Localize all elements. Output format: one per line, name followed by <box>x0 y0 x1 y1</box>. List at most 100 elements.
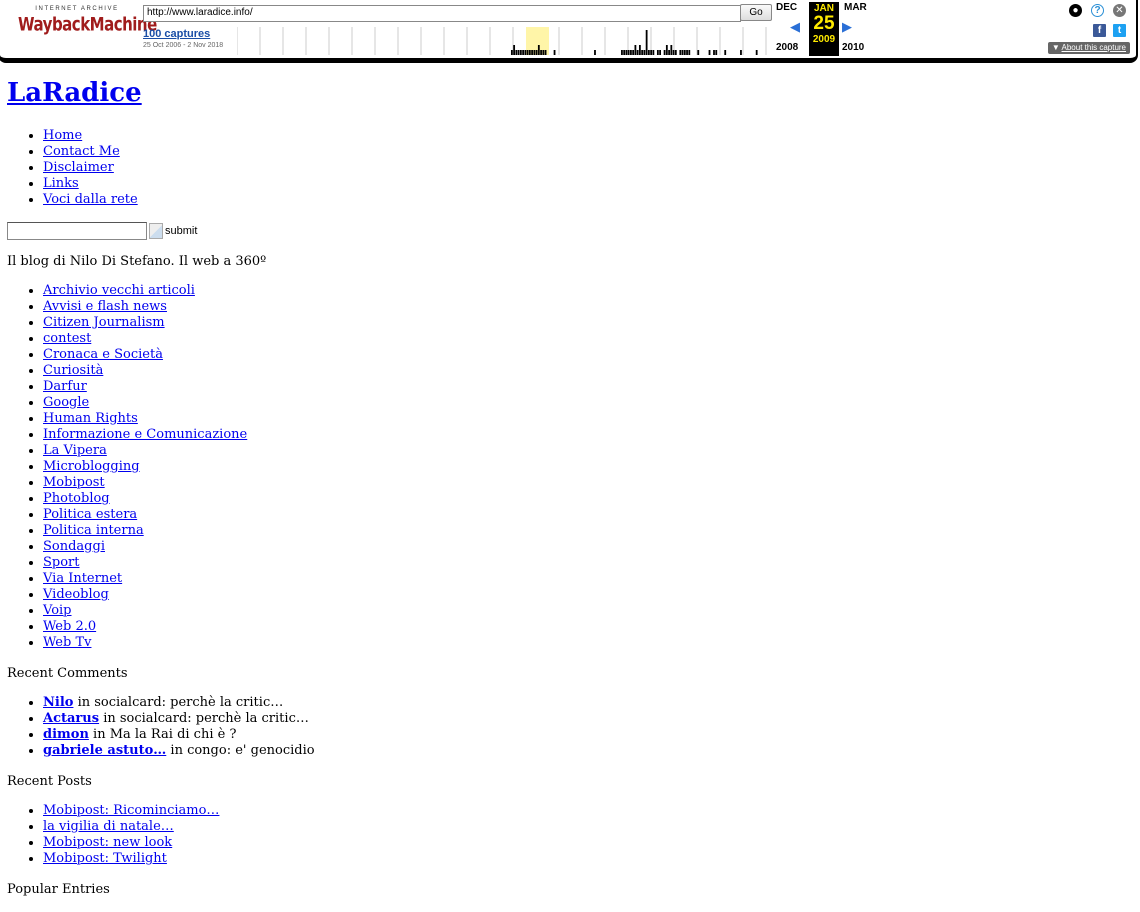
recent-comment-item-link[interactable]: dimon <box>43 727 89 742</box>
category-item-link[interactable]: Photoblog <box>43 491 110 506</box>
category-item-link[interactable]: Web Tv <box>43 635 91 650</box>
category-item: Voip <box>43 603 907 619</box>
about-capture-button[interactable]: ▼ About this capture <box>1047 42 1130 54</box>
next-month-label[interactable]: MAR <box>844 2 867 13</box>
help-icon[interactable]: ? <box>1091 4 1104 17</box>
nav-item-link[interactable]: Disclaimer <box>43 160 114 175</box>
sparkline-bar <box>636 50 639 55</box>
nav-item: Contact Me <box>43 144 907 160</box>
recent-comment-item-link[interactable]: Nilo <box>43 695 73 710</box>
category-item-link[interactable]: Videoblog <box>43 587 109 602</box>
category-item-link[interactable]: Darfur <box>43 379 87 394</box>
captures-link[interactable]: 100 captures <box>143 28 210 40</box>
category-item: Google <box>43 395 907 411</box>
nav-item-link[interactable]: Voci dalla rete <box>43 192 138 207</box>
category-item-link[interactable]: Sondaggi <box>43 539 105 554</box>
internet-archive-label: INTERNET ARCHIVE <box>35 6 119 12</box>
sparkline-bar <box>553 50 556 55</box>
popular-entries-heading: Popular Entries <box>7 882 110 897</box>
recent-post-item: Mobipost: Twilight <box>43 851 907 867</box>
sparkline-bar <box>674 50 677 55</box>
sparkline-bar <box>659 50 661 55</box>
category-item-link[interactable]: Avvisi e flash news <box>43 299 167 314</box>
toolbar-actions: ● ? ✕ f t ▼ About this capture <box>1020 4 1130 54</box>
sparkline-bar <box>522 50 525 55</box>
sparkline-bar <box>643 50 646 55</box>
recent-post-item-link[interactable]: Mobipost: new look <box>43 835 172 850</box>
category-item-link[interactable]: Curiosità <box>43 363 103 378</box>
sparkline-bar <box>688 50 691 55</box>
category-item-link[interactable]: Citizen Journalism <box>43 315 165 330</box>
category-item-link[interactable]: Via Internet <box>43 571 122 586</box>
recent-comments-heading: Recent Comments <box>7 666 128 681</box>
comment-context: in socialcard: perchè la critic… <box>73 695 284 710</box>
search-input[interactable] <box>7 222 147 240</box>
sparkline-bar <box>681 50 684 55</box>
category-item: Photoblog <box>43 491 907 507</box>
sparkline-bar <box>528 50 531 55</box>
category-item: Politica estera <box>43 507 907 523</box>
category-item-link[interactable]: contest <box>43 331 91 346</box>
category-item-link[interactable]: Cronaca e Società <box>43 347 163 362</box>
wayback-url-input[interactable]: http://www.laradice.info/ <box>143 5 741 22</box>
recent-post-item-link[interactable]: Mobipost: Twilight <box>43 851 167 866</box>
category-item-link[interactable]: Sport <box>43 555 80 570</box>
wayback-logo[interactable]: INTERNET ARCHIVE WaybackMachine <box>18 6 157 35</box>
site-title-link[interactable]: LaRadice <box>7 78 142 108</box>
category-item-link[interactable]: Archivio vecchi articoli <box>43 283 195 298</box>
category-item-link[interactable]: Politica estera <box>43 507 137 522</box>
category-item: Archivio vecchi articoli <box>43 283 907 299</box>
category-item-link[interactable]: Web 2.0 <box>43 619 96 634</box>
prev-year-label[interactable]: 2008 <box>776 42 798 53</box>
twitter-icon[interactable]: t <box>1113 24 1126 37</box>
sparkline-bar <box>535 50 538 55</box>
next-capture-arrow-icon[interactable]: ▶ <box>842 19 852 35</box>
recent-post-item-link[interactable]: la vigilia di natale… <box>43 819 174 834</box>
sparkline-bar <box>540 50 542 55</box>
recent-comment-item-link[interactable]: gabriele astuto… <box>43 743 166 758</box>
category-item-link[interactable]: La Vipera <box>43 443 107 458</box>
sparkline-bar <box>652 50 655 55</box>
nav-item-link[interactable]: Contact Me <box>43 144 120 159</box>
recent-post-item-link[interactable]: Mobipost: Ricominciamo… <box>43 803 219 818</box>
category-item-link[interactable]: Microblogging <box>43 459 140 474</box>
nav-item: Links <box>43 176 907 192</box>
search-submit-button[interactable]: submit <box>149 223 197 239</box>
comment-context: in congo: e' genocidio <box>166 743 315 758</box>
next-year-label[interactable]: 2010 <box>842 42 864 53</box>
sparkline-bar <box>672 50 675 55</box>
user-icon[interactable]: ● <box>1069 4 1082 17</box>
category-item: Videoblog <box>43 587 907 603</box>
recent-comment-item-link[interactable]: Actarus <box>43 711 99 726</box>
capture-sparkline[interactable] <box>237 27 767 55</box>
sparkline-bar <box>724 50 727 55</box>
search-form: submit <box>7 221 907 241</box>
category-item-link[interactable]: Voip <box>43 603 72 618</box>
sparkline-bar <box>531 50 533 55</box>
nav-item-link[interactable]: Links <box>43 176 79 191</box>
sparkline-bar <box>515 50 518 55</box>
category-item-link[interactable]: Politica interna <box>43 523 144 538</box>
category-item-link[interactable]: Google <box>43 395 89 410</box>
category-item: Cronaca e Società <box>43 347 907 363</box>
categories-list: Archivio vecchi articoliAvvisi e flash n… <box>7 283 907 651</box>
prev-month-label[interactable]: DEC <box>776 2 797 13</box>
sparkline-bar <box>656 50 659 55</box>
blog-tagline: Il blog di Nilo Di Stefano. Il web a 360… <box>7 254 267 269</box>
sparkline-bar <box>526 50 529 55</box>
comment-context: in socialcard: perchè la critic… <box>99 711 309 726</box>
close-icon[interactable]: ✕ <box>1113 4 1126 17</box>
sparkline-bar <box>510 50 513 55</box>
site-title[interactable]: LaRadice <box>7 78 907 108</box>
wayback-go-button[interactable]: Go <box>740 4 772 21</box>
facebook-icon[interactable]: f <box>1093 24 1106 37</box>
broken-image-icon <box>149 223 163 239</box>
category-item-link[interactable]: Mobipost <box>43 475 105 490</box>
category-item-link[interactable]: Informazione e Comunicazione <box>43 427 247 442</box>
category-item: Politica interna <box>43 523 907 539</box>
current-day: 25 <box>813 13 835 34</box>
sparkline-bar <box>627 50 630 55</box>
nav-item-link[interactable]: Home <box>43 128 82 143</box>
prev-capture-arrow-icon[interactable]: ◀ <box>790 19 800 35</box>
category-item-link[interactable]: Human Rights <box>43 411 138 426</box>
